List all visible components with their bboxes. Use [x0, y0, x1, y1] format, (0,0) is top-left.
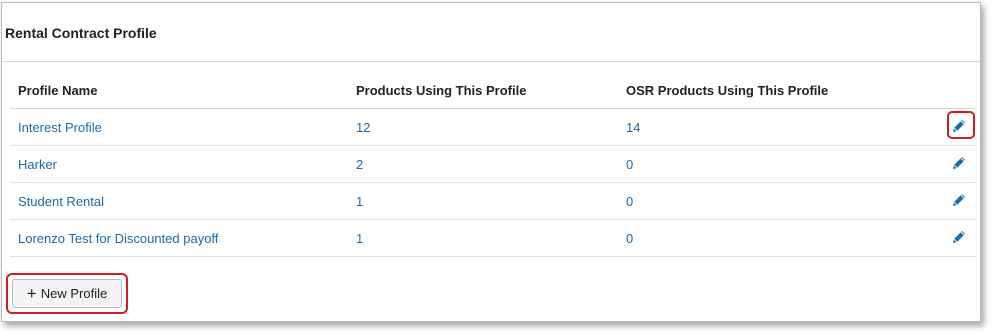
- profile-name-link[interactable]: Student Rental: [18, 194, 104, 209]
- edit-button[interactable]: [948, 115, 970, 137]
- table-row: Interest Profile 12 14: [10, 108, 976, 146]
- profiles-table: Profile Name Products Using This Profile…: [10, 72, 976, 257]
- profile-name-link[interactable]: Lorenzo Test for Discounted payoff: [18, 231, 218, 246]
- products-count-link[interactable]: 1: [356, 194, 363, 209]
- pencil-icon: [953, 156, 965, 169]
- table-row: Lorenzo Test for Discounted payoff 1 0: [10, 219, 976, 257]
- edit-button[interactable]: [948, 152, 970, 174]
- pencil-icon: [953, 119, 965, 132]
- osr-products-count-link[interactable]: 0: [626, 194, 633, 209]
- profile-name-link[interactable]: Harker: [18, 157, 57, 172]
- pencil-icon: [953, 230, 965, 243]
- column-header-profile-name[interactable]: Profile Name: [10, 72, 348, 109]
- column-header-osr-products[interactable]: OSR Products Using This Profile: [618, 72, 926, 109]
- osr-products-count-link[interactable]: 0: [626, 231, 633, 246]
- panel-header: Rental Contract Profile: [2, 3, 980, 62]
- osr-products-count-link[interactable]: 0: [626, 157, 633, 172]
- plus-icon: +: [26, 284, 37, 303]
- edit-button[interactable]: [948, 226, 970, 248]
- products-count-link[interactable]: 1: [356, 231, 363, 246]
- osr-products-count-link[interactable]: 14: [626, 120, 640, 135]
- column-header-products[interactable]: Products Using This Profile: [348, 72, 618, 109]
- products-count-link[interactable]: 2: [356, 157, 363, 172]
- new-profile-label: New Profile: [40, 286, 108, 301]
- table-row: Student Rental 1 0: [10, 182, 976, 220]
- profile-name-link[interactable]: Interest Profile: [18, 120, 102, 135]
- new-profile-highlight: + New Profile: [6, 273, 128, 314]
- edit-button[interactable]: [948, 189, 970, 211]
- table-row: Harker 2 0: [10, 145, 976, 183]
- table-header-row: Profile Name Products Using This Profile…: [10, 72, 976, 109]
- products-count-link[interactable]: 12: [356, 120, 370, 135]
- panel-title: Rental Contract Profile: [5, 25, 157, 41]
- column-header-actions: [926, 72, 976, 109]
- pencil-icon: [953, 193, 965, 206]
- new-profile-button[interactable]: + New Profile: [12, 279, 122, 308]
